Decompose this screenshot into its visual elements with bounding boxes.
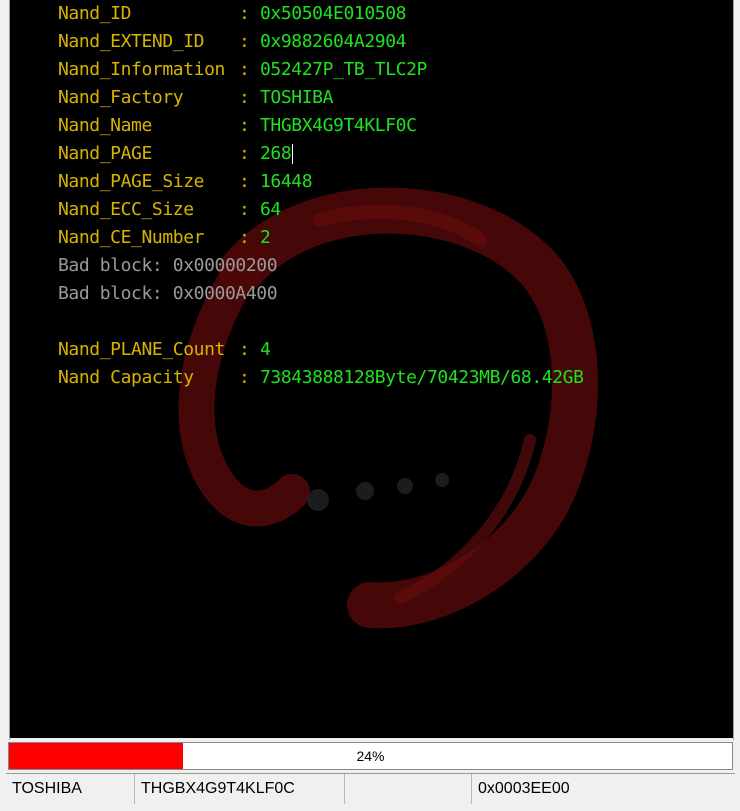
status-address: 0x0003EE00: [478, 780, 570, 797]
row-value: 052427P_TB_TLC2P: [260, 59, 427, 80]
row-key: Nand_EXTEND_ID: [58, 31, 205, 52]
row-value: 2: [260, 227, 271, 248]
nand-name-row: Nand_Name: THGBX4G9T4KLF0C: [58, 112, 584, 140]
row-separator: :: [239, 367, 250, 388]
console-output: Nand_ID:0x50504E010508 Nand_EXTEND_ID:0x…: [10, 0, 733, 738]
status-nand-name: THGBX4G9T4KLF0C: [135, 774, 345, 804]
text-cursor: [292, 144, 294, 164]
row-separator: :: [239, 171, 250, 192]
nand-page-row: Nand_PAGE:268: [58, 140, 584, 168]
row-key: Nand_CE_Number: [58, 227, 205, 248]
row-key: Nand_Factory: [58, 87, 184, 108]
row-separator: :: [239, 339, 250, 360]
row-value: THGBX4G9T4KLF0C: [260, 115, 417, 136]
nand-information-row: Nand_Information:052427P_TB_TLC2P: [58, 56, 584, 84]
nand-ce-number-row: Nand_CE_Number:2: [58, 224, 584, 252]
nand-id-row: Nand_ID:0x50504E010508: [58, 0, 584, 28]
nand-factory-row: Nand_Factory: TOSHIBA: [58, 84, 584, 112]
left-border: [0, 0, 10, 740]
row-key: Nand_Information: [58, 59, 225, 80]
nand-plane-count-row: Nand_PLANE_Count:4: [58, 336, 584, 364]
status-empty-field: [345, 774, 472, 804]
nand-capacity-row: Nand Capacity:73843888128Byte/70423MB/68…: [58, 364, 584, 392]
status-factory: TOSHIBA: [6, 774, 135, 804]
row-value: TOSHIBA: [260, 87, 334, 108]
row-key: Nand_PAGE: [58, 143, 152, 164]
row-separator: :: [239, 3, 250, 24]
app-window: Nand_ID:0x50504E010508 Nand_EXTEND_ID:0x…: [0, 0, 740, 811]
row-value: 73843888128Byte/70423MB/68.42GB: [260, 367, 584, 388]
status-bar: TOSHIBA THGBX4G9T4KLF0C 0x0003EE00: [6, 773, 735, 804]
row-value: 0x9882604A2904: [260, 31, 407, 52]
row-value: 0x50504E010508: [260, 3, 407, 24]
row-key: Nand_PAGE_Size: [58, 171, 205, 192]
row-value: 16448: [260, 171, 313, 192]
row-key: Nand_ID: [58, 3, 132, 24]
row-value: 268: [260, 143, 292, 164]
nand-info-list: Nand_ID:0x50504E010508 Nand_EXTEND_ID:0x…: [58, 0, 584, 392]
row-separator: :: [239, 59, 250, 80]
nand-ecc-size-row: Nand_ECC_Size:64: [58, 196, 584, 224]
console-right-border: [733, 0, 740, 740]
progress-percent: 24%: [356, 748, 385, 764]
nand-extend-id-row: Nand_EXTEND_ID:0x9882604A2904: [58, 28, 584, 56]
bad-block-line: Bad block: 0x00000200: [58, 255, 278, 276]
progress-bar: 24%: [8, 742, 733, 770]
row-separator: :: [239, 115, 250, 136]
nand-page-size-row: Nand_PAGE_Size:16448: [58, 168, 584, 196]
row-separator: :: [239, 143, 250, 164]
row-value: 4: [260, 339, 271, 360]
row-separator: :: [239, 87, 250, 108]
row-key: Nand_ECC_Size: [58, 199, 194, 220]
row-separator: :: [239, 227, 250, 248]
row-key: Nand Capacity: [58, 367, 194, 388]
row-separator: :: [239, 199, 250, 220]
row-key: Nand_PLANE_Count: [58, 339, 225, 360]
row-separator: :: [239, 31, 250, 52]
bad-block-line: Bad block: 0x0000A400: [58, 283, 278, 304]
row-key: Nand_Name: [58, 115, 152, 136]
row-value: 64: [260, 199, 281, 220]
